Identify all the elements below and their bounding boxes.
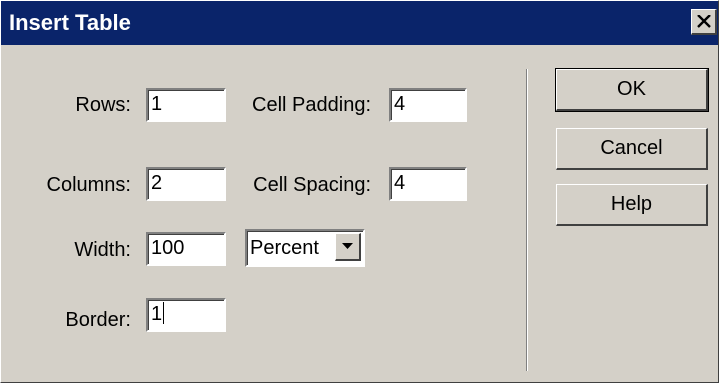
- border-input[interactable]: 1: [146, 298, 226, 332]
- width-value: 100: [151, 237, 185, 259]
- vertical-divider: [526, 69, 528, 371]
- chevron-down-icon: [342, 243, 353, 249]
- width-input[interactable]: 100: [146, 232, 226, 266]
- width-label: Width:: [74, 239, 131, 261]
- dialog-title: Insert Table: [9, 10, 131, 35]
- width-unit-value: Percent: [250, 237, 319, 259]
- ok-button[interactable]: OK: [555, 68, 709, 112]
- close-icon: [697, 15, 711, 28]
- close-button[interactable]: [691, 9, 717, 35]
- cell-padding-input[interactable]: 4: [389, 88, 467, 122]
- border-value: 1: [151, 303, 163, 325]
- cell-spacing-label: Cell Spacing:: [253, 174, 371, 196]
- cell-spacing-value: 4: [394, 172, 406, 194]
- cell-padding-label: Cell Padding:: [252, 94, 371, 116]
- columns-value: 2: [151, 172, 163, 194]
- cell-spacing-input[interactable]: 4: [389, 167, 467, 201]
- text-caret: [163, 302, 165, 324]
- rows-value: 1: [151, 93, 163, 115]
- title-bar[interactable]: Insert Table: [1, 1, 718, 45]
- columns-input[interactable]: 2: [146, 167, 226, 201]
- rows-input[interactable]: 1: [146, 88, 226, 122]
- cell-padding-value: 4: [394, 93, 406, 115]
- rows-label: Rows:: [75, 94, 131, 116]
- width-unit-select[interactable]: Percent: [245, 229, 365, 267]
- dropdown-arrow-button[interactable]: [335, 233, 361, 261]
- help-button[interactable]: Help: [556, 184, 708, 226]
- columns-label: Columns:: [46, 174, 131, 196]
- cancel-button[interactable]: Cancel: [556, 128, 708, 170]
- border-label: Border:: [65, 309, 131, 331]
- insert-table-dialog: Insert Table Rows: 1 Columns: 2 Width: 1…: [0, 0, 719, 383]
